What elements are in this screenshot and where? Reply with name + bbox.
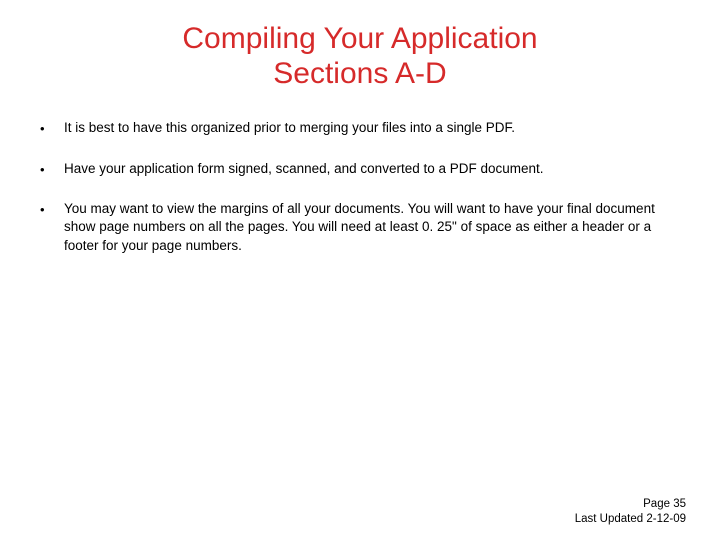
bullet-text: It is best to have this organized prior …: [64, 119, 680, 137]
title-line-1: Compiling Your Application: [182, 22, 537, 55]
bullet-list: • It is best to have this organized prio…: [40, 119, 680, 255]
footer: Page 35 Last Updated 2-12-09: [575, 497, 686, 526]
last-updated: Last Updated 2-12-09: [575, 512, 686, 526]
bullet-icon: •: [40, 119, 64, 138]
list-item: • It is best to have this organized prio…: [40, 119, 680, 138]
slide: Compiling Your Application Sections A-D …: [0, 0, 720, 540]
list-item: • You may want to view the margins of al…: [40, 200, 680, 255]
bullet-icon: •: [40, 200, 64, 219]
slide-title: Compiling Your Application Sections A-D: [40, 22, 680, 91]
page-number: Page 35: [575, 497, 686, 511]
bullet-text: Have your application form signed, scann…: [64, 160, 680, 178]
title-line-2: Sections A-D: [273, 57, 446, 90]
bullet-text: You may want to view the margins of all …: [64, 200, 680, 255]
bullet-icon: •: [40, 160, 64, 179]
list-item: • Have your application form signed, sca…: [40, 160, 680, 179]
